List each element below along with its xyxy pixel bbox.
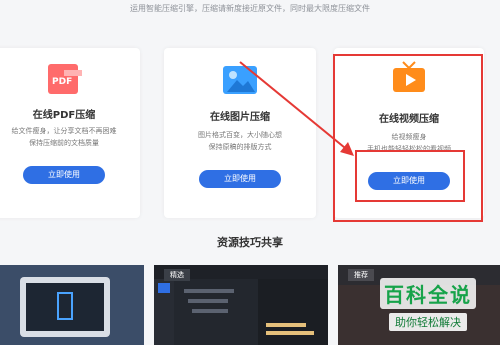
highlight-box-inner [355,150,465,202]
section-title: 资源技巧共享 [217,236,283,249]
resource-thumb-1[interactable] [0,265,144,345]
thumb-tag-featured: 精选 [164,269,190,281]
laptop-image [0,265,144,345]
watermark-subtitle: 助你轻松解决 [389,313,467,331]
watermark-logo: 百科全说 助你轻松解决 [362,278,494,340]
resource-thumb-2[interactable]: 精选 [154,265,328,345]
watermark-title: 百科全说 [380,278,476,309]
